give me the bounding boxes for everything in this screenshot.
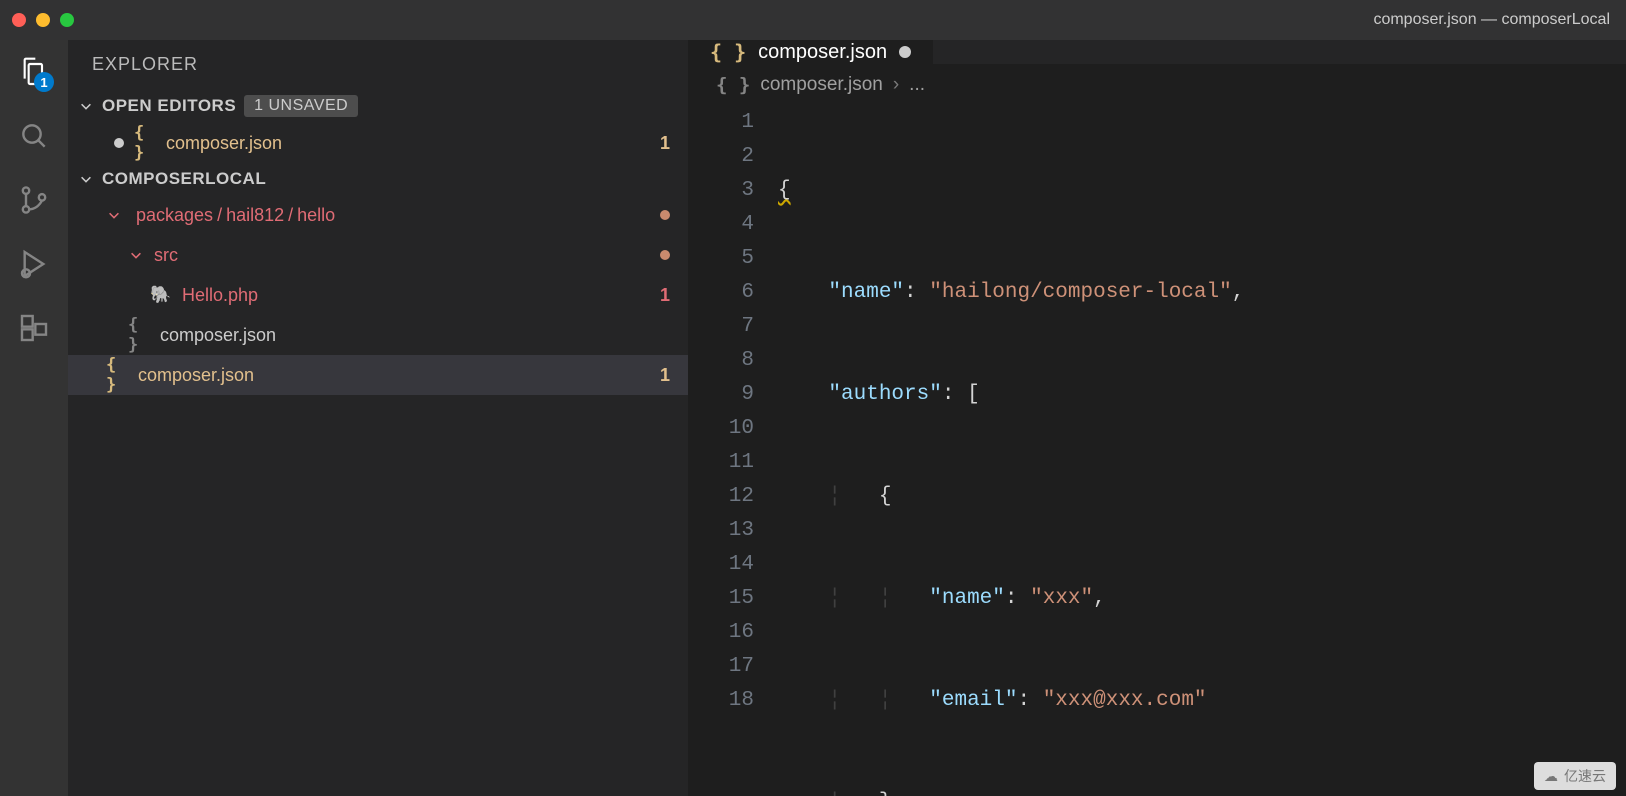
- window-title: composer.json — composerLocal: [1373, 11, 1610, 29]
- breadcrumb-file: composer.json: [760, 74, 883, 96]
- close-window-button[interactable]: [12, 13, 26, 27]
- editor-area: { } composer.json { } composer.json › ..…: [688, 40, 1626, 796]
- file-name: composer.json: [138, 365, 650, 386]
- explorer-icon[interactable]: 1: [14, 52, 54, 92]
- breadcrumb-separator-icon: ›: [893, 74, 899, 96]
- explorer-badge: 1: [34, 72, 54, 92]
- file-name: composer.json: [160, 325, 670, 346]
- maximize-window-button[interactable]: [60, 13, 74, 27]
- folder-name: src: [154, 245, 650, 266]
- tree-file-composer-root[interactable]: { } composer.json 1: [68, 355, 688, 395]
- git-status-dot-icon: [660, 210, 670, 220]
- watermark: ☁ 亿速云: [1534, 762, 1616, 790]
- json-file-icon: { }: [716, 74, 750, 96]
- code-editor[interactable]: 1 2 3 4 5 6 7 8 9 10 11 12 13 14 15 16 1…: [688, 106, 1626, 796]
- dirty-indicator-icon: [899, 46, 911, 58]
- tree-folder-packages[interactable]: packages/hail812/hello: [68, 195, 688, 235]
- minimize-window-button[interactable]: [36, 13, 50, 27]
- php-file-icon: 🐘: [150, 285, 172, 305]
- tree-file-hello-php[interactable]: 🐘 Hello.php 1: [68, 275, 688, 315]
- cloud-icon: ☁: [1544, 768, 1558, 785]
- file-badge: 1: [660, 365, 670, 386]
- file-badge: 1: [660, 285, 670, 306]
- open-editor-badge: 1: [660, 133, 670, 154]
- breadcrumb-more: ...: [909, 74, 925, 96]
- source-control-icon[interactable]: [14, 180, 54, 220]
- extensions-icon[interactable]: [14, 308, 54, 348]
- search-icon[interactable]: [14, 116, 54, 156]
- open-editor-item[interactable]: { } composer.json 1: [68, 123, 688, 163]
- folder-path: packages/hail812/hello: [132, 205, 650, 226]
- file-name: Hello.php: [182, 285, 650, 306]
- json-file-icon: { }: [134, 123, 156, 163]
- json-file-icon: { }: [128, 315, 150, 355]
- chevron-down-icon: [106, 207, 122, 223]
- line-numbers: 1 2 3 4 5 6 7 8 9 10 11 12 13 14 15 16 1…: [688, 106, 778, 796]
- tab-composer-json[interactable]: { } composer.json: [688, 40, 934, 64]
- titlebar: composer.json — composerLocal: [0, 0, 1626, 40]
- run-debug-icon[interactable]: [14, 244, 54, 284]
- tab-label: composer.json: [758, 41, 887, 64]
- window-controls: [12, 13, 74, 27]
- open-editor-filename: composer.json: [166, 133, 650, 154]
- workspace-header[interactable]: COMPOSERLOCAL: [68, 163, 688, 195]
- git-status-dot-icon: [660, 250, 670, 260]
- chevron-down-icon: [78, 98, 94, 114]
- code-content[interactable]: { "name": "hailong/composer-local", "aut…: [778, 106, 1626, 796]
- unsaved-badge: 1 UNSAVED: [244, 95, 358, 117]
- workspace-label: COMPOSERLOCAL: [102, 169, 266, 189]
- json-file-icon: { }: [106, 355, 128, 395]
- tree-file-composer-sub[interactable]: { } composer.json: [68, 315, 688, 355]
- sidebar-title: EXPLORER: [68, 40, 688, 89]
- open-editors-label: OPEN EDITORS: [102, 96, 236, 116]
- chevron-down-icon: [78, 171, 94, 187]
- breadcrumbs[interactable]: { } composer.json › ...: [688, 64, 1626, 106]
- chevron-down-icon: [128, 247, 144, 263]
- tree-folder-src[interactable]: src: [68, 235, 688, 275]
- json-file-icon: { }: [710, 40, 746, 64]
- open-editors-header[interactable]: OPEN EDITORS 1 UNSAVED: [68, 89, 688, 123]
- activity-bar: 1: [0, 40, 68, 796]
- sidebar: EXPLORER OPEN EDITORS 1 UNSAVED { } comp…: [68, 40, 688, 796]
- dirty-indicator-icon: [114, 138, 124, 148]
- tabs-bar: { } composer.json: [688, 40, 1626, 64]
